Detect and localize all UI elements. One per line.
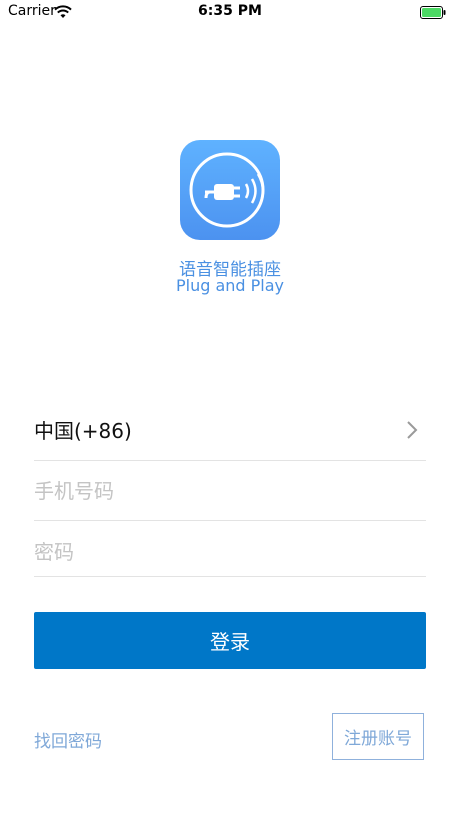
login-button[interactable]: 登录 <box>34 612 426 669</box>
plug-sound-icon <box>189 152 265 228</box>
app-logo <box>180 140 280 240</box>
status-bar: Carrier 6:35 PM <box>0 0 460 24</box>
phone-input[interactable] <box>34 476 426 506</box>
chevron-right-icon <box>406 420 418 444</box>
clock: 6:35 PM <box>198 3 262 19</box>
app-title-en: Plug and Play <box>175 276 285 295</box>
password-input[interactable] <box>34 537 426 567</box>
forgot-password-link[interactable]: 找回密码 <box>34 727 102 752</box>
country-selector[interactable]: 中国(+86) <box>34 405 426 461</box>
register-button[interactable]: 注册账号 <box>332 713 424 760</box>
phone-row <box>34 466 426 521</box>
password-row <box>34 527 426 577</box>
country-code-label: 中国(+86) <box>34 419 132 443</box>
battery-icon <box>420 4 446 19</box>
